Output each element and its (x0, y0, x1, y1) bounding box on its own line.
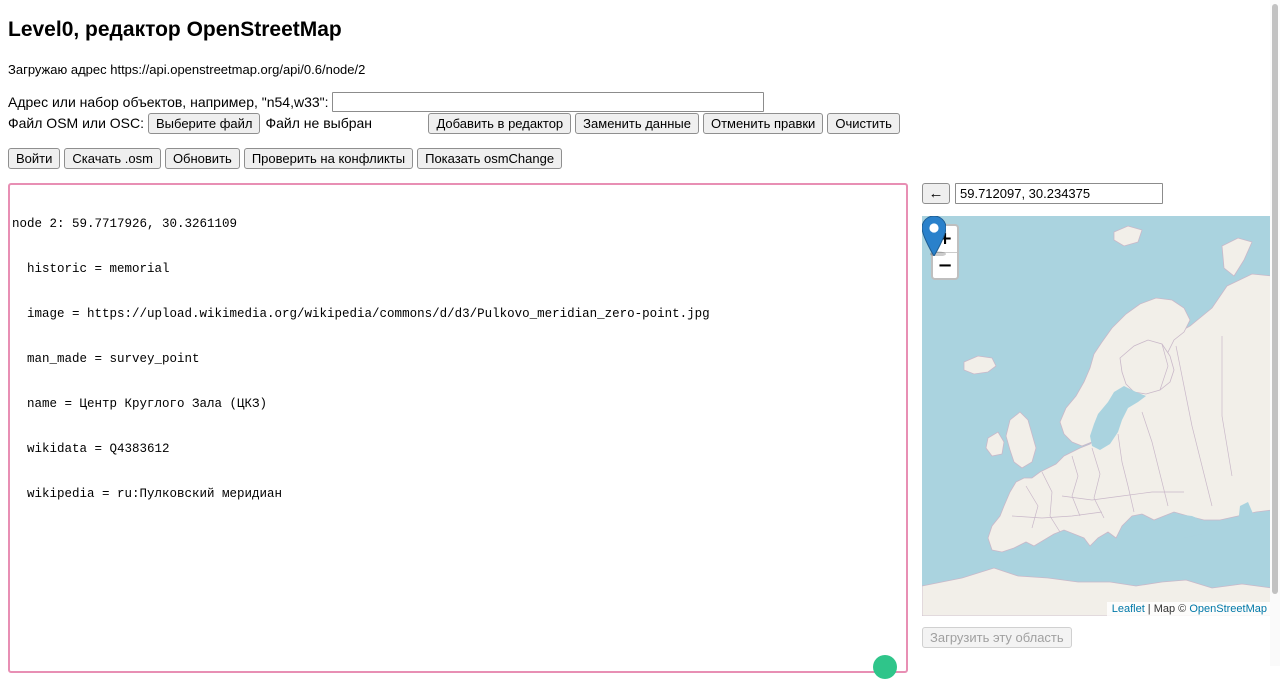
add-to-editor-button[interactable]: Добавить в редактор (428, 112, 572, 134)
download-osm-button[interactable]: Скачать .osm (64, 148, 161, 169)
land-ireland (985, 431, 1005, 457)
show-osmchange-button[interactable]: Показать osmChange (417, 148, 563, 169)
address-row: Адрес или набор объектов, например, "n54… (8, 91, 764, 112)
file-row: Файл OSM или OSC: Выберите файл Файл не … (8, 112, 904, 134)
editor-line: image = https://upload.wikimedia.org/wik… (12, 307, 710, 321)
leaflet-link[interactable]: Leaflet (1112, 603, 1145, 615)
address-label: Адрес или набор объектов, например, "n54… (8, 93, 329, 110)
replace-data-button[interactable]: Заменить данные (575, 112, 699, 134)
editor-line: name = Центр Круглого Зала (ЦКЗ) (12, 397, 268, 411)
map-tiles (922, 225, 1272, 616)
login-button[interactable]: Войти (8, 148, 61, 169)
validity-indicator-icon (873, 655, 897, 679)
page-scrollbar[interactable] (1270, 0, 1280, 666)
choose-file-button[interactable]: Выберите файл (148, 112, 261, 134)
land-britain (1005, 411, 1037, 469)
land-novaya-zemlya (1221, 237, 1253, 277)
refresh-button[interactable]: Обновить (164, 148, 240, 169)
load-area-button[interactable]: Загрузить эту область (922, 627, 1072, 648)
no-file-text: Файл не выбран (265, 115, 373, 131)
editor-line: node 2: 59.7717926, 30.3261109 (12, 217, 238, 231)
toolbar: Войти Скачать .osm Обновить Проверить на… (8, 148, 563, 169)
scrollbar-thumb[interactable] (1272, 4, 1278, 594)
map-view[interactable]: + − Leaflet | Map © OpenStreetMap (922, 216, 1272, 616)
map-attribution: Leaflet | Map © OpenStreetMap (1106, 602, 1272, 616)
osm-link[interactable]: OpenStreetMap (1189, 603, 1267, 615)
status-text: Загружаю адрес https://api.openstreetmap… (8, 62, 366, 77)
attribution-text: | Map © (1144, 603, 1190, 615)
map-nav-row: ← (922, 183, 1163, 204)
editor-line: man_made = survey_point (12, 352, 200, 366)
page-title: Level0, редактор OpenStreetMap (8, 18, 342, 41)
back-arrow-button[interactable]: ← (922, 183, 950, 204)
land-svalbard (1113, 225, 1143, 247)
check-conflicts-button[interactable]: Проверить на конфликты (243, 148, 414, 169)
editor-line: wikidata = Q4383612 (12, 442, 170, 456)
address-input[interactable] (331, 91, 764, 112)
land-iceland (963, 355, 997, 375)
coords-input[interactable] (955, 183, 1163, 204)
editor-textarea[interactable]: node 2: 59.7717926, 30.3261109 historic … (8, 183, 908, 673)
file-label: Файл OSM или OSC: (8, 115, 145, 131)
clear-button[interactable]: Очистить (827, 112, 900, 134)
map-marker-icon[interactable] (922, 216, 946, 256)
editor-line: wikipedia = ru:Пулковский меридиан (12, 487, 283, 501)
editor-line: historic = memorial (12, 262, 170, 276)
revert-edits-button[interactable]: Отменить правки (702, 112, 824, 134)
